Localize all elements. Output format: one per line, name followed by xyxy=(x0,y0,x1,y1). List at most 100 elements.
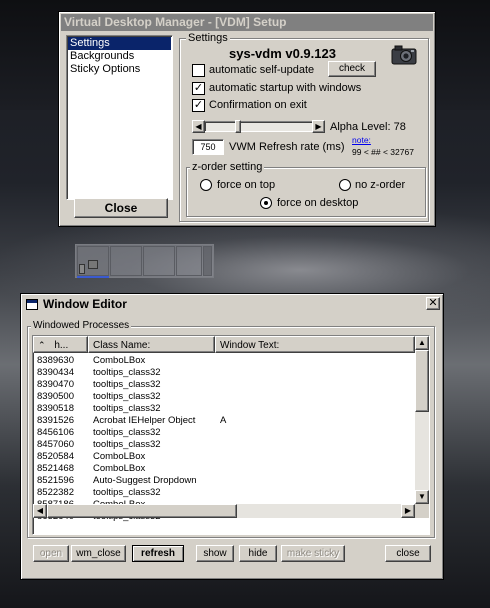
confirm-exit-checkbox[interactable]: ✓ xyxy=(192,99,205,112)
auto-update-label: automatic self-update xyxy=(209,64,315,76)
process-list-view[interactable]: ⌃ h... Class Name: Window Text: 8389630 C… xyxy=(32,335,430,535)
table-row[interactable]: 8390518 tooltips_class32 xyxy=(33,403,415,415)
hide-label: hide xyxy=(248,548,268,559)
version-label: sys-vdm v0.9.123 xyxy=(229,46,336,61)
alpha-slider[interactable]: ◀ ▶ xyxy=(192,120,325,133)
open-label: open xyxy=(39,548,63,559)
table-row[interactable]: 8521596 Auto-Suggest Dropdown xyxy=(33,475,415,487)
refresh-rate-label: VWM Refresh rate (ms) xyxy=(229,141,345,153)
vdm-setup-window: Virtual Desktop Manager - [VDM] Setup Se… xyxy=(58,11,436,227)
table-row[interactable]: 8521468 ComboLBox xyxy=(33,463,415,475)
scroll-corner xyxy=(415,504,429,518)
window-editor-app-icon xyxy=(26,299,38,310)
auto-startup-checkbox[interactable]: ✓ xyxy=(192,82,205,95)
force-on-desktop-radio[interactable] xyxy=(260,197,272,209)
pager-resize-grip[interactable] xyxy=(203,246,212,276)
z-order-group-label: z-order setting xyxy=(190,161,265,173)
make-sticky-label: make sticky xyxy=(286,548,340,559)
column-header-handle[interactable]: ⌃ h... xyxy=(33,336,88,353)
z-order-group: z-order setting force on top no z-order … xyxy=(186,161,426,217)
table-row[interactable]: 8390470 tooltips_class32 xyxy=(33,379,415,391)
close-setup-label: Close xyxy=(104,201,138,215)
horizontal-scrollbar[interactable]: ◀ ▶ xyxy=(33,504,415,518)
no-z-order-label: no z-order xyxy=(355,179,406,191)
open-button[interactable]: open xyxy=(33,545,69,562)
check-update-button[interactable]: check xyxy=(328,61,376,77)
alpha-level-value: 78 xyxy=(393,121,406,133)
table-row[interactable]: 8520584 ComboLBox xyxy=(33,451,415,463)
confirm-exit-label: Confirmation on exit xyxy=(209,99,307,111)
table-row[interactable]: 8390500 tooltips_class32 xyxy=(33,391,415,403)
refresh-button[interactable]: refresh xyxy=(132,545,184,562)
column-header-class-name[interactable]: Class Name: xyxy=(88,336,215,353)
settings-group-label: Settings xyxy=(186,32,230,44)
alpha-slider-right-arrow[interactable]: ▶ xyxy=(312,120,325,133)
alpha-level-text: Alpha Level: xyxy=(330,121,391,133)
alpha-level-label: Alpha Level: 78 xyxy=(330,121,406,133)
wm-close-button[interactable]: wm_close xyxy=(71,545,126,562)
alpha-slider-left-arrow[interactable]: ◀ xyxy=(192,120,205,133)
force-on-top-label: force on top xyxy=(217,179,276,191)
make-sticky-button[interactable]: make sticky xyxy=(281,545,345,562)
table-row[interactable]: 8389630 ComboLBox xyxy=(33,355,415,367)
no-z-order-radio[interactable] xyxy=(339,179,351,191)
alpha-slider-track xyxy=(204,121,314,132)
editor-close-button[interactable]: close xyxy=(385,545,431,562)
windowed-processes-group: Windowed Processes ⌃ h... Class Name: Wi… xyxy=(27,320,435,538)
pager-desktop-3[interactable] xyxy=(143,246,175,276)
sort-ascending-icon: ⌃ xyxy=(38,340,46,350)
settings-group: Settings sys-vdm v0.9.123 automatic self… xyxy=(179,32,429,222)
wm-close-label: wm_close xyxy=(76,548,121,559)
force-on-top-radio[interactable] xyxy=(200,179,212,191)
show-button[interactable]: show xyxy=(196,545,234,562)
auto-startup-label: automatic startup with windows xyxy=(209,82,362,94)
table-row[interactable]: 8390434 tooltips_class32 xyxy=(33,367,415,379)
editor-close-label: close xyxy=(396,548,420,559)
pager-desktop-1[interactable] xyxy=(77,246,109,276)
table-row[interactable]: 8522382 tooltips_class32 xyxy=(33,487,415,499)
category-item-settings[interactable]: Settings xyxy=(68,37,171,50)
pager-window-thumb xyxy=(88,260,98,269)
force-on-desktop-label: force on desktop xyxy=(277,197,359,209)
horizontal-scroll-thumb[interactable] xyxy=(47,504,237,518)
windowed-processes-label: Windowed Processes xyxy=(31,320,132,332)
pager-window-thumb xyxy=(79,264,85,274)
check-update-label: check xyxy=(338,63,366,74)
pager-desktop-4[interactable] xyxy=(176,246,202,276)
refresh-label: refresh xyxy=(141,548,175,559)
column-header-window-text[interactable]: Window Text: xyxy=(215,336,415,353)
note-link[interactable]: note: xyxy=(352,135,371,145)
process-rows: 8389630 ComboLBox 8390434 tooltips_class32… xyxy=(33,355,415,523)
table-row[interactable]: 8391526 Acrobat IEHelper Object A xyxy=(33,415,415,427)
camera-icon xyxy=(390,43,420,67)
category-item-backgrounds[interactable]: Backgrounds xyxy=(68,50,171,63)
window-editor-close-button[interactable]: ✕ xyxy=(426,297,440,310)
category-item-sticky-options[interactable]: Sticky Options xyxy=(68,63,171,76)
refresh-rate-value: 750 xyxy=(200,142,216,152)
alpha-slider-thumb[interactable] xyxy=(235,120,241,133)
refresh-rate-input[interactable]: 750 xyxy=(192,139,224,155)
vertical-scroll-thumb[interactable] xyxy=(415,350,429,412)
table-row[interactable]: 8457060 tooltips_class32 xyxy=(33,439,415,451)
scroll-up-arrow[interactable]: ▲ xyxy=(415,336,429,350)
table-row[interactable]: 8456106 tooltips_class32 xyxy=(33,427,415,439)
close-x-icon: ✕ xyxy=(428,297,438,309)
show-label: show xyxy=(203,548,227,559)
vdm-setup-titlebar[interactable]: Virtual Desktop Manager - [VDM] Setup xyxy=(61,14,433,31)
vertical-scrollbar[interactable]: ▲ ▼ xyxy=(415,336,429,504)
refresh-range-label: 99 < ## < 32767 xyxy=(352,147,414,157)
scroll-right-arrow[interactable]: ▶ xyxy=(401,504,415,518)
scroll-down-arrow[interactable]: ▼ xyxy=(415,490,429,504)
settings-category-list[interactable]: Settings Backgrounds Sticky Options xyxy=(66,35,173,200)
pager-active-indicator xyxy=(77,276,109,278)
scroll-left-arrow[interactable]: ◀ xyxy=(33,504,47,518)
auto-update-checkbox[interactable] xyxy=(192,64,205,77)
window-editor-titlebar[interactable]: Window Editor xyxy=(23,296,441,313)
window-editor-title: Window Editor xyxy=(43,297,127,311)
hide-button[interactable]: hide xyxy=(239,545,277,562)
close-setup-button[interactable]: Close xyxy=(74,198,168,218)
pager-desktop-2[interactable] xyxy=(110,246,142,276)
window-editor-window: Window Editor ✕ Windowed Processes ⌃ h..… xyxy=(20,293,444,580)
desktop-pager[interactable] xyxy=(75,244,214,278)
column-header-handle-label: h... xyxy=(54,340,69,351)
